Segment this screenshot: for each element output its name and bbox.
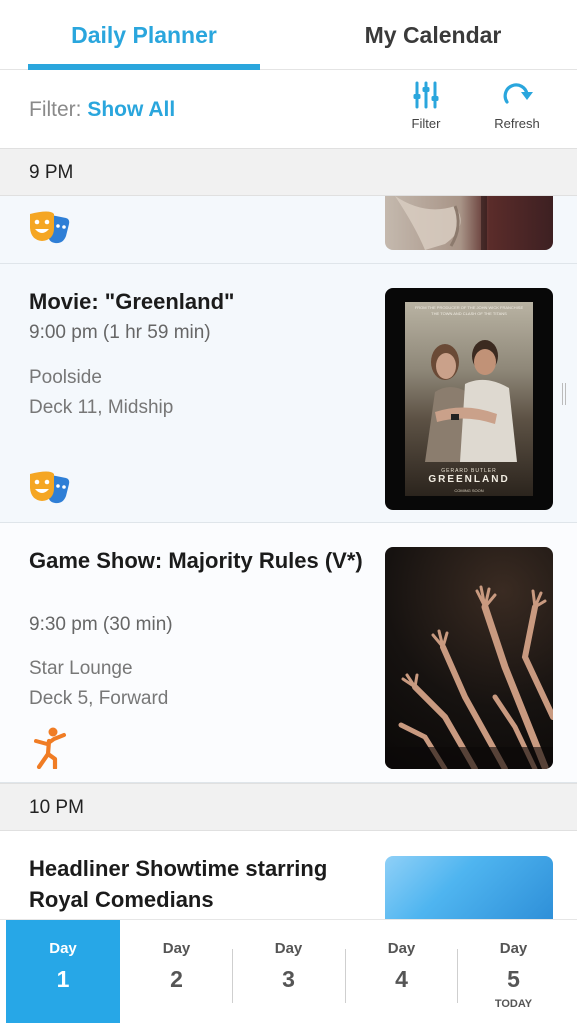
poster-top-line-2: THE TOWN AND CLASH OF THE TITANS	[431, 311, 507, 316]
day-number: 2	[170, 966, 183, 992]
day-4-button[interactable]: Day 4	[345, 920, 458, 1023]
event-image-partial	[385, 196, 553, 250]
refresh-button[interactable]: Refresh	[477, 80, 557, 131]
event-card-game-show[interactable]: Game Show: Majority Rules (V*) 9:30 pm (…	[0, 523, 577, 783]
day-selector-bar: Day 1 Day 2 Day 3 Day 4 Day 5 TODAY	[0, 919, 577, 1023]
poster-art: FROM THE PRODUCER OF THE JOHN WICK FRANC…	[405, 302, 533, 496]
event-time: 9:00 pm (1 hr 59 min)	[29, 322, 211, 343]
day-word: Day	[49, 940, 77, 957]
tab-daily-planner[interactable]: Daily Planner	[28, 0, 260, 70]
event-card-greenland[interactable]: Movie: "Greenland" 9:00 pm (1 hr 59 min)…	[0, 264, 577, 523]
day-3-button[interactable]: Day 3	[232, 920, 345, 1023]
day-2-button[interactable]: Day 2	[120, 920, 233, 1023]
event-image-crowd	[385, 547, 553, 769]
hour-header-10pm: 10 PM	[0, 783, 577, 831]
poster-tagline: COMING SOON	[454, 488, 484, 493]
day-5-button[interactable]: Day 5 TODAY	[457, 920, 570, 1023]
filter-button-label: Filter	[411, 116, 441, 131]
today-badge: TODAY	[494, 998, 533, 1010]
event-image-headliner	[385, 856, 553, 921]
filter-button[interactable]: Filter	[386, 80, 466, 131]
refresh-button-label: Refresh	[494, 116, 540, 131]
poster-title: GREENLAND	[428, 474, 510, 485]
filter-label: Filter:	[29, 98, 82, 121]
day-word: Day	[499, 940, 528, 957]
scroll-handle[interactable]	[562, 383, 566, 405]
day-word: Day	[387, 940, 416, 957]
event-title: Movie: "Greenland"	[29, 289, 235, 314]
event-title: Headliner Showtime starring Royal Comedi…	[29, 856, 328, 912]
event-deck: Deck 5, Forward	[29, 688, 169, 709]
filter-status[interactable]: Filter: Show All	[29, 98, 175, 122]
filter-value-link[interactable]: Show All	[87, 98, 175, 121]
day-1-button[interactable]: Day 1	[6, 920, 120, 1023]
top-tab-bar: Daily Planner My Calendar	[0, 0, 577, 70]
event-deck: Deck 11, Midship	[29, 397, 174, 418]
event-card-headliner[interactable]: Headliner Showtime starring Royal Comedi…	[0, 831, 577, 921]
event-card-partial[interactable]	[0, 196, 577, 264]
hour-label: 9 PM	[29, 162, 74, 183]
day-number: 3	[282, 966, 295, 992]
event-title: Game Show: Majority Rules (V*)	[29, 548, 363, 573]
refresh-icon	[503, 83, 533, 104]
filter-bar: Filter: Show All Filter Refresh	[0, 70, 577, 148]
theater-masks-icon	[30, 471, 70, 504]
day-number: 4	[395, 966, 408, 992]
day-word: Day	[274, 940, 303, 957]
activity-person-icon	[34, 727, 66, 769]
event-venue: Star Lounge	[29, 658, 133, 679]
sliders-icon	[413, 81, 439, 109]
event-time: 9:30 pm (30 min)	[29, 614, 173, 635]
day-number: 1	[56, 966, 70, 992]
day-word: Day	[162, 940, 191, 957]
hour-label: 10 PM	[29, 797, 84, 818]
tab-my-calendar[interactable]: My Calendar	[300, 0, 566, 70]
theater-masks-icon	[30, 211, 70, 244]
poster-top-line-1: FROM THE PRODUCER OF THE JOHN WICK FRANC…	[414, 305, 524, 310]
movie-poster-image: FROM THE PRODUCER OF THE JOHN WICK FRANC…	[385, 288, 553, 510]
day-number: 5	[507, 966, 520, 992]
event-venue: Poolside	[29, 367, 102, 388]
hour-header-9pm: 9 PM	[0, 148, 577, 196]
